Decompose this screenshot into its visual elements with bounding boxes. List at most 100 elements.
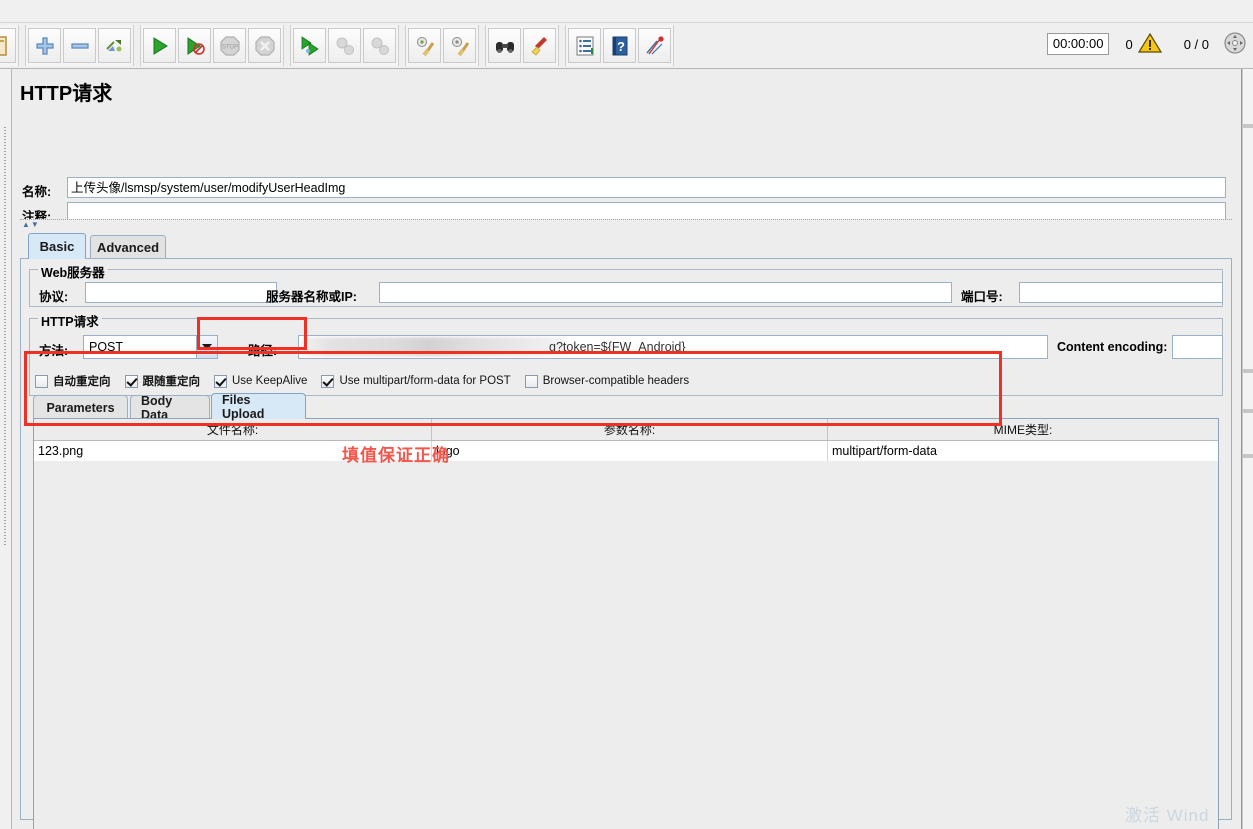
svg-text:STOP: STOP bbox=[221, 44, 237, 50]
stop-remote-icon bbox=[336, 37, 354, 55]
start-button[interactable] bbox=[143, 28, 176, 63]
tab-parameters-label: Parameters bbox=[46, 400, 115, 415]
svg-text:?: ? bbox=[617, 39, 625, 54]
stop-icon: STOP bbox=[219, 35, 240, 56]
option-auto-redirect[interactable]: 自动重定向 bbox=[35, 373, 111, 389]
add-icon bbox=[35, 36, 54, 55]
search-icon bbox=[495, 41, 514, 53]
clear-icon bbox=[416, 36, 434, 56]
remove-button[interactable] bbox=[63, 28, 96, 63]
method-label: 方法: bbox=[39, 344, 69, 358]
expand-button[interactable] bbox=[1223, 31, 1247, 58]
method-dropdown-button[interactable] bbox=[196, 336, 217, 358]
option-follow-redirect[interactable]: 跟随重定向 bbox=[124, 373, 201, 389]
tab-advanced-label: Advanced bbox=[96, 240, 160, 255]
splitter-grip bbox=[4, 127, 6, 547]
name-input[interactable]: 上传头像/lsmsp/system/user/modifyUserHeadImg bbox=[67, 177, 1226, 198]
function-helper-button[interactable] bbox=[568, 28, 601, 63]
browser-headers-label: Browser-compatible headers bbox=[542, 375, 690, 387]
warning-triangle-icon bbox=[1137, 32, 1162, 53]
content-encoding-label: Content encoding: bbox=[1057, 340, 1168, 354]
follow-redirect-checkbox[interactable] bbox=[124, 374, 138, 388]
templates-button[interactable] bbox=[638, 28, 671, 63]
panel-splitter[interactable] bbox=[20, 219, 1232, 229]
files-upload-table[interactable]: 文件名称: 参数名称: MIME类型: 123.png logo multipa… bbox=[33, 418, 1219, 829]
templates-icon bbox=[645, 35, 664, 54]
start-no-pauses-icon bbox=[187, 36, 205, 55]
method-select[interactable]: POST bbox=[83, 335, 218, 359]
toolbar-group-edit bbox=[25, 25, 134, 66]
cell-paramname[interactable]: logo bbox=[432, 441, 828, 461]
add-button[interactable] bbox=[28, 28, 61, 63]
follow-redirect-label: 跟随重定向 bbox=[142, 376, 201, 388]
option-keepalive[interactable]: Use KeepAlive bbox=[214, 374, 307, 388]
cell-mimetype[interactable]: multipart/form-data bbox=[828, 441, 1218, 461]
option-multipart[interactable]: Use multipart/form-data for POST bbox=[321, 374, 511, 388]
toolbar-group-run: STOP bbox=[140, 25, 284, 66]
table-empty-area bbox=[34, 461, 1218, 829]
elapsed-timer: 00:00:00 bbox=[1046, 33, 1110, 55]
tab-body-data[interactable]: Body Data bbox=[130, 394, 210, 422]
browser-headers-checkbox[interactable] bbox=[524, 374, 538, 388]
path-label: 路径: bbox=[248, 344, 278, 358]
toolbar-status: 00:00:00 0 0 / 0 bbox=[1046, 26, 1247, 62]
table-header-row: 文件名称: 参数名称: MIME类型: bbox=[34, 419, 1218, 441]
shutdown-icon bbox=[254, 35, 275, 56]
basic-tab-panel: Web服务器 协议: 服务器名称或IP: 端口号: HTTP请求 方法: POS… bbox=[20, 258, 1232, 829]
multipart-label: Use multipart/form-data for POST bbox=[339, 375, 511, 387]
stop-button[interactable]: STOP bbox=[213, 28, 246, 63]
table-row[interactable]: 123.png logo multipart/form-data bbox=[34, 441, 1218, 462]
server-input[interactable] bbox=[379, 282, 952, 303]
column-header-filename[interactable]: 文件名称: bbox=[34, 419, 432, 440]
tab-basic[interactable]: Basic bbox=[28, 233, 86, 259]
reset-search-button[interactable] bbox=[523, 28, 556, 63]
vertical-scrollbar[interactable] bbox=[1242, 69, 1253, 829]
path-input[interactable]: g?token=${FW_Android} bbox=[298, 335, 1048, 359]
start-no-pauses-button[interactable] bbox=[178, 28, 211, 63]
protocol-input[interactable] bbox=[85, 282, 277, 303]
scroll-tick bbox=[1243, 409, 1253, 413]
page-title: HTTP请求 bbox=[20, 83, 113, 105]
name-label: 名称: bbox=[22, 185, 52, 199]
column-header-paramname[interactable]: 参数名称: bbox=[432, 419, 828, 440]
clear-button[interactable] bbox=[408, 28, 441, 63]
tab-basic-label: Basic bbox=[39, 239, 75, 254]
keepalive-checkbox[interactable] bbox=[214, 374, 227, 388]
warning-icon[interactable] bbox=[1137, 32, 1162, 57]
content-encoding-input[interactable] bbox=[1172, 335, 1223, 359]
new-icon bbox=[0, 35, 7, 56]
port-input[interactable] bbox=[1019, 282, 1223, 303]
port-label: 端口号: bbox=[961, 290, 1003, 304]
shutdown-remote-icon bbox=[371, 37, 389, 55]
warning-count: 0 bbox=[1125, 36, 1133, 52]
help-button[interactable]: ? bbox=[603, 28, 636, 63]
auto-redirect-checkbox[interactable] bbox=[35, 374, 48, 388]
new-icon-button[interactable] bbox=[0, 28, 16, 63]
tab-advanced[interactable]: Advanced bbox=[90, 235, 166, 259]
redaction-blur bbox=[300, 337, 568, 356]
start-icon bbox=[153, 36, 168, 55]
splitter-arrows[interactable]: ▲▼ bbox=[22, 220, 40, 229]
request-options: 自动重定向 跟随重定向 Use KeepAlive Use multipart/… bbox=[35, 373, 703, 389]
option-browser-headers[interactable]: Browser-compatible headers bbox=[524, 374, 690, 388]
column-header-mimetype[interactable]: MIME类型: bbox=[828, 419, 1218, 440]
annotation-note: 填值保证正确 bbox=[342, 446, 450, 465]
tab-parameters[interactable]: Parameters bbox=[33, 395, 128, 419]
toolbar-group-help: ? bbox=[565, 25, 674, 66]
start-remote-icon bbox=[301, 35, 319, 56]
toolbar-group-file bbox=[0, 25, 19, 66]
clear-all-button[interactable] bbox=[443, 28, 476, 63]
multipart-checkbox[interactable] bbox=[321, 374, 335, 388]
tab-files-upload[interactable]: Files Upload bbox=[211, 392, 306, 421]
remove-icon bbox=[70, 42, 89, 49]
shutdown-remote-button[interactable] bbox=[363, 28, 396, 63]
toolbar: STOP ? 00:00:00 0 0 / 0 bbox=[0, 0, 1253, 69]
tab-files-upload-label: Files Upload bbox=[222, 392, 265, 421]
start-remote-button[interactable] bbox=[293, 28, 326, 63]
config-tabs: Basic Advanced bbox=[20, 233, 1232, 259]
search-button[interactable] bbox=[488, 28, 521, 63]
toggle-button[interactable] bbox=[98, 28, 131, 63]
stop-remote-button[interactable] bbox=[328, 28, 361, 63]
broom-icon bbox=[530, 36, 547, 56]
shutdown-button[interactable] bbox=[248, 28, 281, 63]
